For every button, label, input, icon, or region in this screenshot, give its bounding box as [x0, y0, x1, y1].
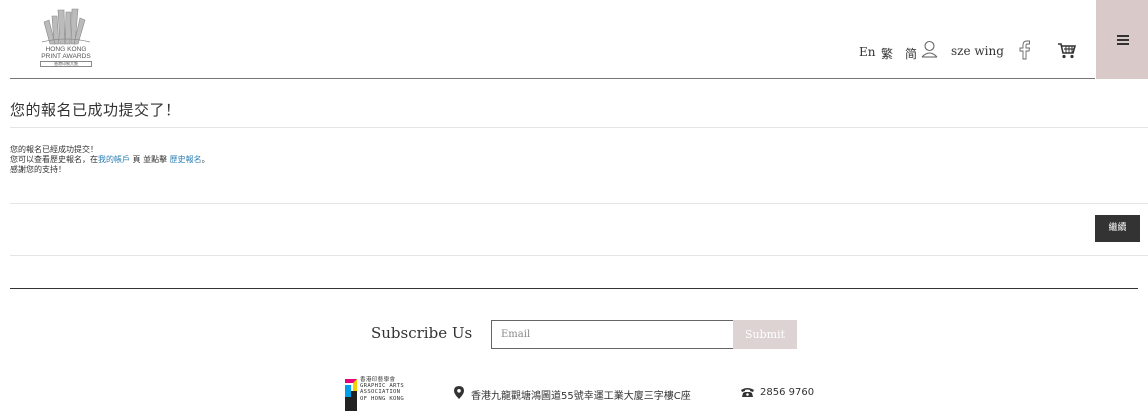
email-input[interactable]: [491, 320, 733, 349]
submit-button[interactable]: Submit: [733, 320, 797, 349]
gaa-line-4: OF HONG KONG: [360, 395, 405, 402]
hamburger-menu-icon: [1117, 35, 1129, 37]
message-line-1: 您的報名已經成功提交！: [10, 145, 98, 154]
header-divider: [10, 78, 1095, 79]
subscribe-label: Subscribe Us: [371, 324, 473, 342]
phone-icon: [741, 388, 754, 397]
hamburger-line: [1117, 43, 1129, 45]
page-title: 您的報名已成功提交了！: [10, 101, 181, 119]
footer-phone: 2856 9760: [760, 387, 815, 398]
lang-traditional[interactable]: 繁: [881, 45, 893, 62]
username-link[interactable]: sze wing: [951, 44, 1004, 58]
continue-button[interactable]: 繼續: [1095, 215, 1140, 242]
message-line-2: 您可以查看歷史報名，在我的帳戶 頁 並點擊 歷史報名。: [10, 155, 210, 165]
message-text: 頁 並點擊: [130, 155, 170, 164]
cart-icon[interactable]: [1058, 43, 1076, 59]
lang-simplified[interactable]: 简: [905, 45, 917, 62]
message-text: 您可以查看歷史報名，在: [10, 155, 98, 164]
hong-kong-print-awards-logo[interactable]: HONG KONG PRINT AWARDS 香港印制大奬: [30, 6, 102, 67]
title-divider: [10, 127, 1148, 128]
graphic-arts-association-logo[interactable]: 香港印藝學會 GRAPHIC ARTS ASSOCIATION OF HONG …: [343, 377, 443, 411]
history-registration-link[interactable]: 歷史報名: [170, 155, 202, 164]
gaa-logo-mark: [345, 379, 357, 411]
footer-divider: [10, 288, 1138, 289]
hamburger-line: [1117, 39, 1129, 41]
hamburger-menu-button[interactable]: [1096, 0, 1148, 79]
user-icon[interactable]: [921, 40, 938, 58]
lang-en[interactable]: En: [859, 45, 876, 59]
my-account-link[interactable]: 我的帳戶: [98, 155, 130, 164]
facebook-icon[interactable]: [1018, 40, 1032, 60]
footer-address: 香港九龍觀塘鴻圖道55號幸運工業大廈三字樓C座: [471, 391, 691, 402]
gaa-line-3: ASSOCIATION: [360, 389, 401, 396]
site-header: HONG KONG PRINT AWARDS 香港印制大奬 En 繁 简 sze…: [0, 0, 1148, 79]
logo-graphic: [41, 8, 91, 45]
logo-text: HONG KONG PRINT AWARDS: [30, 46, 102, 60]
message-line-3: 感謝您的支持！: [10, 165, 66, 174]
logo-line-2: PRINT AWARDS: [41, 52, 91, 60]
message-text: 。: [201, 155, 210, 164]
location-pin-icon: [454, 386, 464, 399]
action-panel: [10, 203, 1148, 256]
gaa-text: 香港印藝學會 GRAPHIC ARTS ASSOCIATION OF HONG …: [360, 377, 404, 402]
logo-chinese-text: 香港印制大奬: [40, 61, 92, 67]
